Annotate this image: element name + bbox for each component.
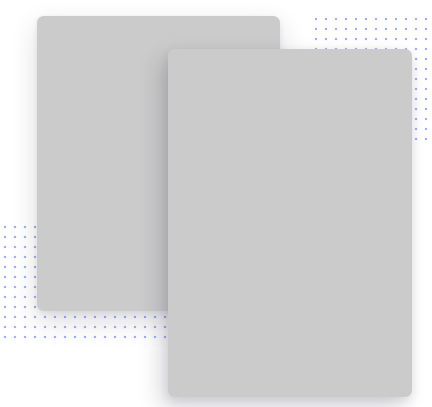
front-placeholder-card: [168, 49, 412, 397]
illustration-canvas: [0, 0, 432, 407]
